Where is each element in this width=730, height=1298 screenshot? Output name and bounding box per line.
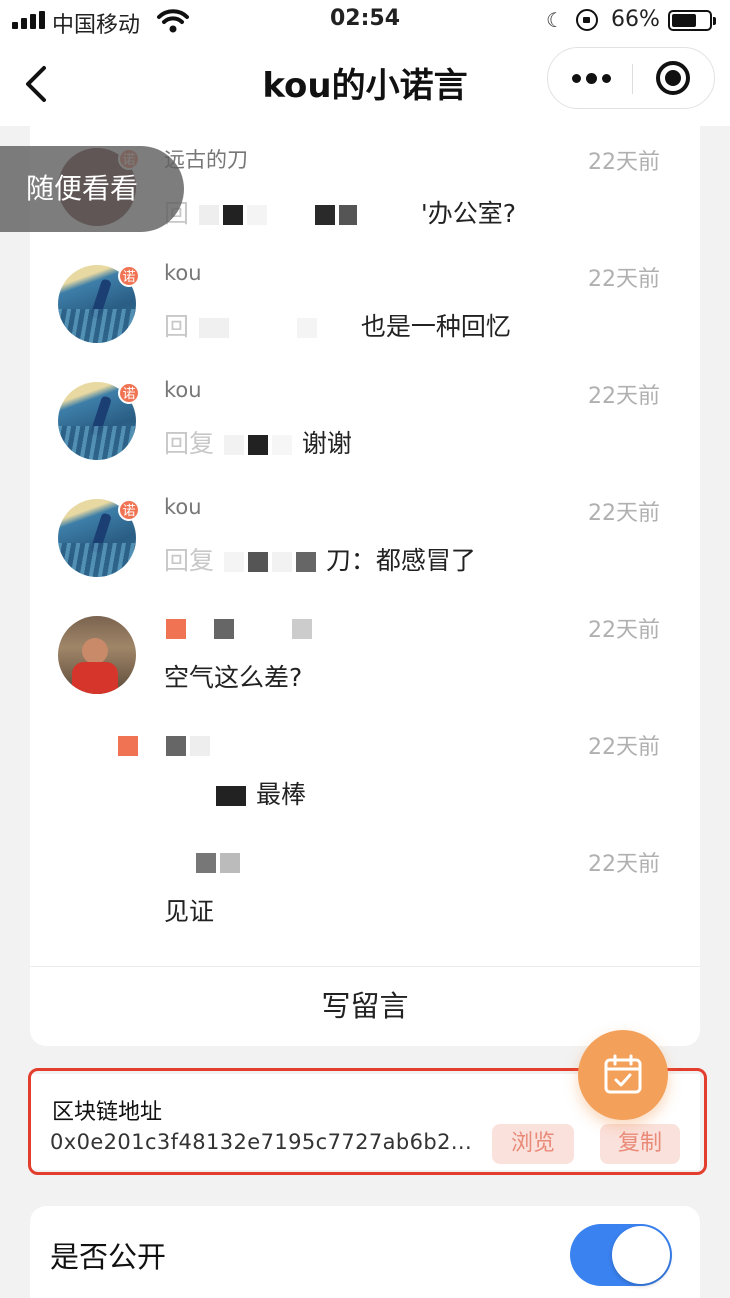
comment-text: 也是一种回忆 (360, 312, 511, 341)
comment-item: 22天前 空气这么差? (30, 594, 700, 710)
promise-badge: 诺 (118, 382, 140, 404)
comments-card: 诺 远古的刀 22天前 回 '办公室? 诺 kou 22天前 回 也是一种回忆 … (30, 126, 700, 1046)
comment-text: 最棒 (255, 780, 306, 809)
comment-author: kou (164, 495, 202, 519)
comment-time: 22天前 (588, 501, 660, 526)
reply-prefix: 回复 (164, 546, 215, 575)
comment-text: 刀：都感冒了 (325, 546, 476, 575)
comment-text: '办公室? (420, 199, 517, 228)
public-setting-label: 是否公开 (50, 1240, 167, 1274)
moon-icon: ☾ (546, 8, 564, 32)
mosaic-name (164, 616, 314, 640)
comment-time: 22天前 (588, 267, 660, 292)
capsule-divider (632, 64, 633, 94)
nav-bar: kou的小诺言 (0, 42, 730, 126)
write-comment-button[interactable]: 写留言 (30, 967, 700, 1046)
comment-time: 22天前 (588, 735, 660, 760)
mosaic-name (116, 733, 212, 757)
mosaic-blur (222, 429, 302, 458)
reply-prefix: 回 (164, 312, 190, 341)
comment-time: 22天前 (588, 852, 660, 877)
avatar[interactable] (58, 616, 136, 694)
comment-item: 诺 kou 22天前 回 也是一种回忆 (30, 243, 700, 359)
comment-item: 诺 kou 22天前 回复 谢谢 (30, 360, 700, 476)
mosaic-blur (216, 786, 246, 806)
comment-text[interactable]: 见证 (164, 892, 214, 928)
reply-prefix: 回复 (164, 429, 215, 458)
mosaic-name (194, 850, 242, 874)
comment-time: 22天前 (588, 618, 660, 643)
comment-text-row[interactable]: 最棒 (214, 775, 306, 811)
comment-author: kou (164, 261, 202, 285)
comment-time: 22天前 (588, 150, 660, 175)
comment-time: 22天前 (588, 384, 660, 409)
comment-item: 22天前 最棒 (30, 711, 700, 827)
target-icon[interactable] (634, 48, 716, 110)
toggle-knob (612, 1226, 670, 1284)
browse-randomly-button[interactable]: 随便看看 (0, 146, 184, 232)
comment-text[interactable]: 空气这么差? (164, 658, 302, 694)
more-dots-icon[interactable] (548, 48, 632, 110)
comment-item: 22天前 见证 (30, 828, 700, 944)
mosaic-blur (197, 199, 421, 228)
battery-percent: 66% (611, 7, 660, 32)
promise-badge: 诺 (118, 265, 140, 287)
comment-author: kou (164, 378, 202, 402)
battery-icon (668, 10, 716, 31)
public-toggle[interactable] (570, 1224, 672, 1286)
calendar-check-icon[interactable] (578, 1030, 668, 1120)
comment-text-row[interactable]: 回 '办公室? (164, 194, 516, 230)
mosaic-blur (222, 546, 326, 575)
rotation-lock-icon (576, 9, 598, 31)
status-bar: 中国移动 02:54 ☾ 66% (0, 0, 730, 42)
comment-text-row[interactable]: 回 也是一种回忆 (164, 307, 511, 343)
comment-text: 谢谢 (301, 429, 352, 458)
comment-item: 诺 kou 22天前 回复 刀：都感冒了 (30, 477, 700, 593)
comment-text-row[interactable]: 回复 刀：都感冒了 (164, 541, 476, 577)
mini-program-capsule (547, 47, 715, 109)
promise-badge: 诺 (118, 499, 140, 521)
mosaic-blur (197, 312, 361, 341)
public-setting-row: 是否公开 (30, 1206, 700, 1298)
comment-text-row[interactable]: 回复 谢谢 (164, 424, 352, 460)
